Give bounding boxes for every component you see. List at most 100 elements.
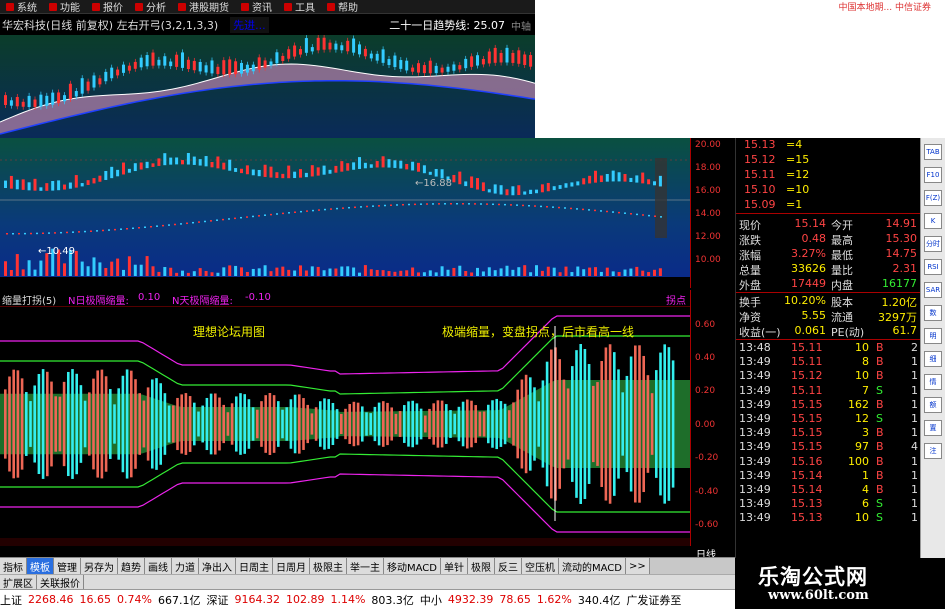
tool-icon-7[interactable]: 数: [924, 305, 942, 321]
menu-item-news[interactable]: 资讯: [241, 0, 272, 14]
tab-12[interactable]: 移动MACD: [384, 558, 441, 574]
candle-body: [476, 55, 479, 66]
candle-body: [340, 45, 344, 51]
ma-dot: [174, 223, 176, 226]
tab-related-quote[interactable]: 关联报价: [37, 575, 84, 590]
menu-item-analysis[interactable]: 分析: [135, 0, 166, 14]
volume-bar: [287, 269, 291, 276]
ma-dot: [510, 204, 512, 206]
ma-dot: [432, 203, 434, 205]
tool-icon-10[interactable]: 情: [924, 374, 942, 390]
ma-dot: [606, 210, 608, 213]
orderbook-row[interactable]: 15.10 =10: [736, 183, 921, 198]
orderbook-row[interactable]: 15.11 =12: [736, 168, 921, 183]
tab-5[interactable]: 画线: [145, 558, 172, 574]
tab-17[interactable]: 流动的MACD: [558, 558, 626, 574]
osc-bar: [184, 393, 188, 455]
tab-4[interactable]: 趋势: [118, 558, 145, 574]
volume-bar: [523, 265, 527, 276]
tool-icon-11[interactable]: 额: [924, 397, 942, 413]
tab-11[interactable]: 举一主: [347, 558, 384, 574]
kline-chart[interactable]: [0, 35, 535, 140]
orderbook-row[interactable]: 15.12 =15: [736, 153, 921, 168]
quote-value: 33626: [791, 262, 826, 275]
menu-item-function[interactable]: 功能: [49, 0, 80, 14]
tick-volume: 8: [862, 355, 869, 369]
price-volume-chart[interactable]: [0, 138, 690, 280]
orderbook-row[interactable]: 15.13 =4: [736, 138, 921, 153]
tool-icon-0[interactable]: TAB: [924, 144, 942, 160]
menu-item-hk-futures[interactable]: 港股期货: [178, 0, 229, 14]
tool-icon-8[interactable]: 明: [924, 328, 942, 344]
candle-body: [405, 163, 409, 170]
tab-3[interactable]: 另存为: [81, 558, 118, 574]
tick-price: 15.15: [791, 412, 823, 425]
tab-2[interactable]: 管理: [54, 558, 81, 574]
orderbook-row[interactable]: 15.09 =1: [736, 198, 921, 213]
order-price: 15.09: [744, 198, 776, 211]
menu-item-help[interactable]: 帮助: [327, 0, 358, 14]
tick-side: B: [876, 426, 884, 440]
quote-label: 换手: [739, 296, 761, 309]
osc-bar: [411, 400, 414, 448]
tool-icon-9[interactable]: 细: [924, 351, 942, 367]
menu-item-quote[interactable]: 报价: [92, 0, 123, 14]
volume-bar: [116, 258, 120, 276]
trading-app: { "menu": { "items": ["系统","功能","报价","分析…: [0, 0, 945, 609]
osc-bar: [230, 403, 234, 445]
tab-16[interactable]: 空压机: [521, 558, 559, 574]
candle-body: [570, 182, 574, 187]
candle-body: [234, 168, 238, 172]
tool-icon-12[interactable]: 置: [924, 420, 942, 436]
tool-icon-1[interactable]: F10: [924, 167, 942, 183]
tick-volume: 3: [862, 426, 869, 440]
osc-bar: [235, 396, 238, 452]
candle-body: [428, 171, 432, 175]
osc-bar: [75, 373, 78, 475]
tab-1[interactable]: 模板: [27, 558, 54, 574]
tool-icon-13[interactable]: 注: [924, 443, 942, 459]
tab-10[interactable]: 极限主: [310, 558, 347, 574]
tab-extended-area[interactable]: 扩展区: [0, 575, 37, 590]
candle-body: [251, 169, 255, 176]
osc-bar: [352, 401, 356, 447]
tab-13[interactable]: 单针: [440, 558, 468, 574]
tab-15[interactable]: 反三: [494, 558, 522, 574]
menu-item-tools[interactable]: 工具: [284, 0, 315, 14]
osc-bar: [201, 405, 204, 443]
osc-bar: [8, 376, 11, 472]
tick-side: S: [876, 383, 883, 397]
tab-0[interactable]: 指标: [0, 558, 27, 574]
ma-dot: [228, 218, 230, 220]
menu-item-system[interactable]: 系统: [6, 0, 37, 14]
osc-bar: [482, 411, 486, 437]
osc-bar: [445, 404, 448, 444]
tool-icon-3[interactable]: K: [924, 213, 942, 229]
tab-9[interactable]: 日周月: [273, 558, 310, 574]
tick-volume: 100: [848, 454, 869, 468]
alert-label[interactable]: 先进...: [230, 17, 269, 33]
quote-value: 10.20%: [784, 294, 826, 307]
tick-row: 13:49 15.15 3 B 1: [736, 426, 921, 441]
tool-icon-5[interactable]: RSI: [924, 259, 942, 275]
tab-6[interactable]: 力道: [172, 558, 199, 574]
osc-bar: [335, 409, 339, 439]
candle-body: [576, 181, 580, 186]
osc-bar: [314, 407, 318, 441]
tab-7[interactable]: 净出入: [199, 558, 236, 574]
oscillator-chart[interactable]: [0, 306, 690, 546]
tab-18[interactable]: >>: [625, 558, 650, 574]
tab-14[interactable]: 极限: [467, 558, 495, 574]
candle-body: [375, 161, 379, 168]
tab-8[interactable]: 日周主: [236, 558, 273, 574]
candle-body: [369, 164, 373, 168]
tool-icon-4[interactable]: 分时: [924, 236, 942, 252]
candle-body: [582, 178, 586, 185]
tool-icon-2[interactable]: F(Z): [924, 190, 942, 206]
volume-bar: [281, 266, 285, 276]
osc-bar: [193, 402, 196, 446]
osc-bar: [172, 405, 175, 443]
osc-bar: [218, 397, 221, 451]
tool-icon-6[interactable]: SAR: [924, 282, 942, 298]
ma-dot: [102, 229, 104, 232]
